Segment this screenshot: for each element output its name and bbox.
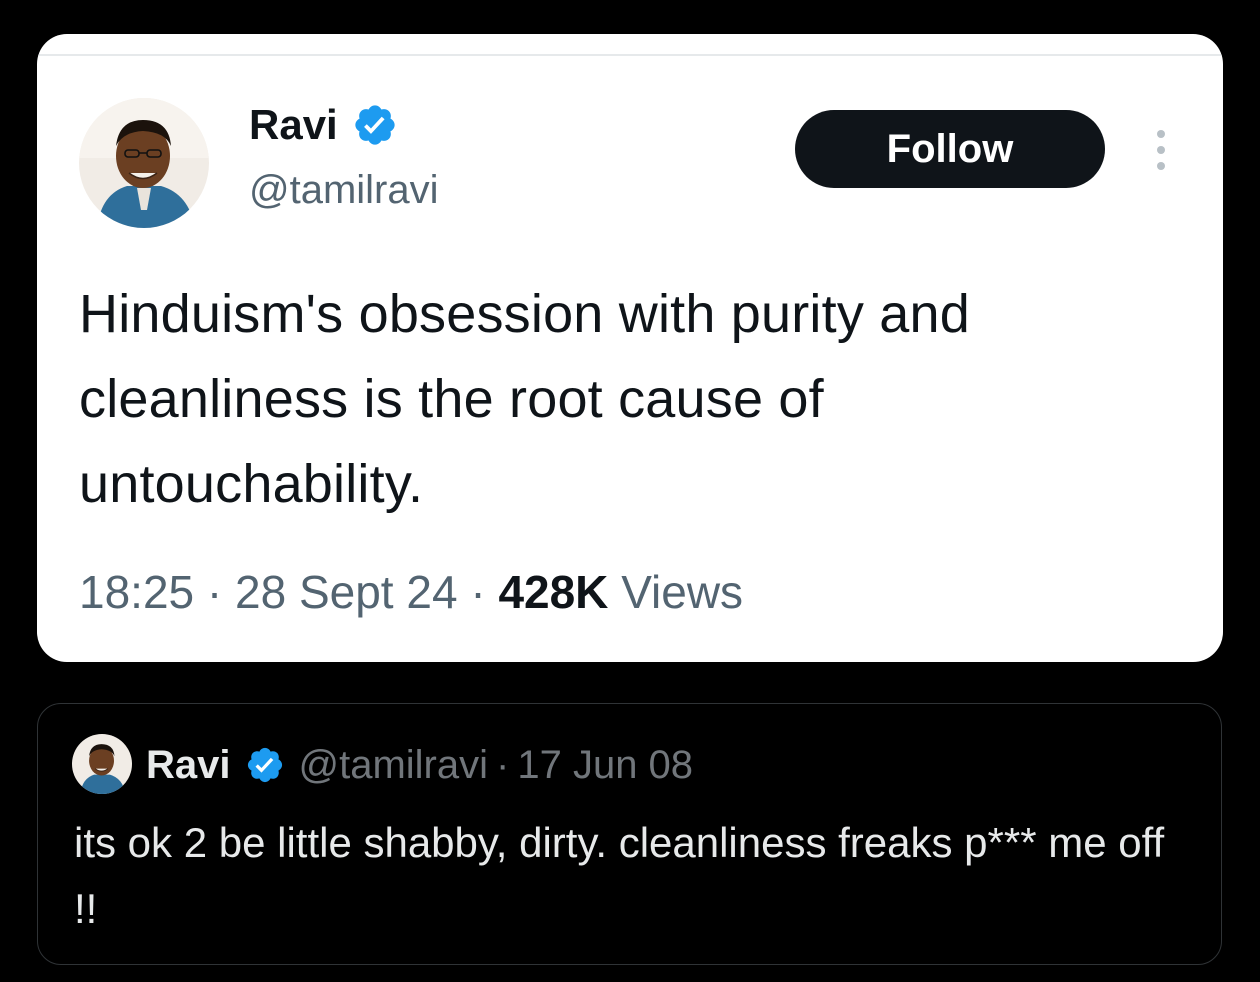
avatar[interactable] <box>72 734 132 794</box>
meta-separator: · <box>470 566 486 618</box>
tweet-date[interactable]: 17 Jun 08 <box>517 743 693 788</box>
quoted-tweet-text: its ok 2 be little shabby, dirty. cleanl… <box>74 819 1165 932</box>
author-handle[interactable]: @tamilravi <box>299 743 489 788</box>
more-vertical-icon[interactable] <box>1153 128 1169 172</box>
tweet-screenshot-card: Ravi @tamilravi Follow Hinduism's obsess… <box>37 34 1223 662</box>
views-count: 428K <box>498 566 609 618</box>
meta-separator: · <box>496 742 510 787</box>
quoted-tweet[interactable]: Ravi @tamilravi · 17 Jun 08 its ok 2 be … <box>37 703 1222 965</box>
avatar[interactable] <box>79 98 209 228</box>
views-label: Views <box>621 566 744 618</box>
follow-button[interactable]: Follow <box>795 110 1105 188</box>
tweet-text: Hinduism's obsession with purity and cle… <box>79 284 970 514</box>
meta-separator: · <box>206 566 223 618</box>
verified-badge-icon <box>355 105 395 145</box>
tweet-time[interactable]: 18:25 <box>79 566 194 618</box>
divider <box>37 54 1223 56</box>
tweet-meta: 18:25 · 28 Sept 24 · 428K Views <box>79 564 743 620</box>
author-name[interactable]: Ravi <box>249 100 338 150</box>
author-name-row: Ravi <box>249 100 398 150</box>
author-handle[interactable]: @tamilravi <box>249 165 439 215</box>
author-name[interactable]: Ravi <box>146 743 231 788</box>
tweet-date[interactable]: 28 Sept 24 <box>235 566 458 618</box>
verified-badge-icon <box>247 747 282 783</box>
quoted-tweet-header: Ravi @tamilravi · 17 Jun 08 <box>146 738 693 792</box>
